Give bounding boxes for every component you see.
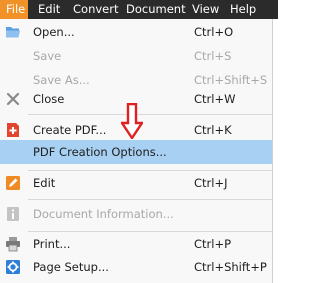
menu-document[interactable]: Document [120, 0, 192, 19]
menu-item-shortcut: Ctrl+J [194, 176, 228, 190]
menu-item-save[interactable]: Save Ctrl+S [0, 44, 272, 68]
printer-icon [5, 236, 21, 252]
file-menu-dropdown: Open... Ctrl+O Save Ctrl+S Save As... Ct… [0, 19, 273, 283]
menu-item-shortcut: Ctrl+Shift+P [194, 260, 267, 274]
create-pdf-icon [5, 122, 21, 138]
menu-item-label: Close [33, 92, 65, 106]
menu-item-print[interactable]: Print... Ctrl+P [0, 232, 272, 256]
menu-view[interactable]: View [186, 0, 225, 19]
info-icon [5, 206, 21, 222]
menu-item-pdf-creation-options[interactable]: PDF Creation Options... [0, 140, 272, 164]
menu-item-shortcut: Ctrl+Shift+S [194, 73, 268, 87]
menu-item-label: Save [33, 49, 62, 63]
menu-edit[interactable]: Edit [32, 0, 66, 19]
menu-item-label: Open... [33, 25, 75, 39]
menu-item-shortcut: Ctrl+K [194, 123, 232, 137]
menu-separator [28, 199, 272, 200]
red-down-arrow-icon [121, 103, 143, 139]
menu-item-label: Save As... [33, 73, 90, 87]
menu-item-open[interactable]: Open... Ctrl+O [0, 20, 272, 44]
menu-item-label: Create PDF... [33, 123, 107, 137]
close-x-icon [5, 91, 21, 107]
pencil-edit-icon [5, 175, 21, 191]
menu-convert[interactable]: Convert [67, 0, 124, 19]
menu-item-shortcut: Ctrl+P [194, 237, 232, 251]
menu-item-label: Edit [33, 176, 56, 190]
menu-item-shortcut: Ctrl+W [194, 92, 236, 106]
menu-help[interactable]: Help [224, 0, 262, 19]
menu-item-document-information[interactable]: Document Information... [0, 202, 272, 226]
menu-item-shortcut: Ctrl+O [194, 25, 234, 39]
page-setup-gear-icon [5, 259, 21, 275]
menu-item-edit[interactable]: Edit Ctrl+J [0, 171, 272, 195]
menu-item-label: Print... [33, 237, 71, 251]
menu-item-label: PDF Creation Options... [33, 145, 167, 159]
menu-item-page-setup[interactable]: Page Setup... Ctrl+Shift+P [0, 255, 272, 279]
menu-item-shortcut: Ctrl+S [194, 49, 232, 63]
menu-item-label: Document Information... [33, 207, 174, 221]
menu-bar: File Edit Convert Document View Help [0, 0, 278, 19]
menu-file[interactable]: File [0, 0, 28, 19]
folder-open-icon [5, 24, 21, 40]
menu-item-label: Page Setup... [33, 260, 109, 274]
menu-separator [28, 114, 272, 115]
